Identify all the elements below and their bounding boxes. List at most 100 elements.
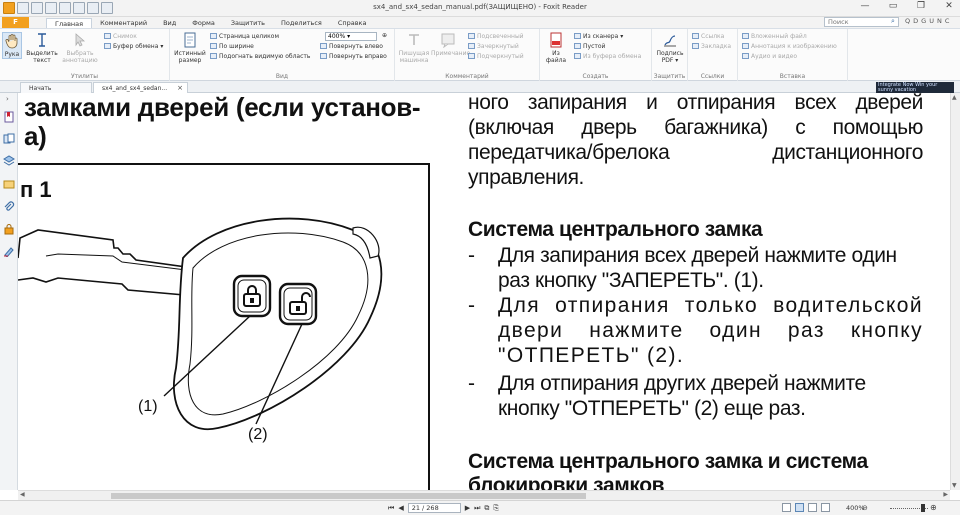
rotate-right-button[interactable]: Повернуть вправо xyxy=(320,53,387,61)
media-icon xyxy=(742,53,749,59)
scroll-right-icon[interactable]: ▶ xyxy=(943,491,948,498)
page-navigation: ⏮ ◀ 21 / 268 ▶ ⏭ ⧉ ⎘ xyxy=(388,503,499,513)
signature-panel-icon[interactable] xyxy=(3,245,15,257)
actual-size-button[interactable]: Истинный размер xyxy=(172,32,208,64)
scroll-down-icon[interactable]: ▼ xyxy=(952,482,957,489)
fit-page-button[interactable]: Страница целиком xyxy=(210,33,279,41)
hand-tool-button[interactable]: Рука xyxy=(2,32,22,59)
page-icon xyxy=(184,32,196,48)
search-key-n[interactable]: N xyxy=(937,17,942,25)
search-key-q[interactable]: Q xyxy=(905,17,910,25)
page-copy-icon[interactable]: ⎘ xyxy=(493,504,499,513)
note-button[interactable]: Примечание xyxy=(431,32,470,57)
facing-view-icon[interactable] xyxy=(808,503,817,512)
rotate-left-button[interactable]: Повернуть влево xyxy=(320,43,383,51)
search-key-d[interactable]: D xyxy=(913,17,918,25)
ribbon-group-comment: Пишущая машинка Примечание Подсвеченный … xyxy=(395,29,540,81)
typewriter-icon xyxy=(409,34,419,45)
typewriter-button[interactable]: Пишущая машинка xyxy=(397,32,431,64)
attachments-panel-icon[interactable] xyxy=(3,201,15,213)
from-clipboard-button[interactable]: Из буфера обмена xyxy=(574,53,641,61)
select-text-button[interactable]: Выделить текст xyxy=(24,32,60,64)
menu-help[interactable]: Справка xyxy=(330,18,375,28)
file-menu-button[interactable]: F xyxy=(2,17,29,28)
highlight-button[interactable]: Подсвеченный xyxy=(468,33,524,41)
prev-page-icon[interactable]: ◀ xyxy=(398,504,403,512)
link-button[interactable]: Ссылка xyxy=(692,33,724,41)
zoom-in-icon[interactable]: ⊕ xyxy=(382,32,387,40)
clipboard-icon xyxy=(104,43,111,49)
file-attachment-button[interactable]: Вложенный файл xyxy=(742,33,807,41)
last-page-icon[interactable]: ⏭ xyxy=(474,504,480,513)
layers-panel-icon[interactable] xyxy=(3,155,15,167)
sign-pdf-button[interactable]: Подпись PDF ▾ xyxy=(654,32,686,64)
menu-protect[interactable]: Защитить xyxy=(223,18,273,28)
search-icon[interactable]: ⌕ xyxy=(891,17,895,26)
note-icon xyxy=(441,33,455,48)
bookmark-icon xyxy=(692,43,699,49)
clipboard-button[interactable]: Буфер обмена ▾ xyxy=(104,43,163,51)
tab-document[interactable]: sx4_and_sx4_sedan... × xyxy=(93,82,188,93)
select-annotation-button[interactable]: Выбрать аннотацию xyxy=(60,32,100,64)
bookmarks-panel-icon[interactable] xyxy=(3,111,15,123)
from-scanner-button[interactable]: Из сканера ▾ xyxy=(574,33,623,41)
section-heading-lock-blocking: Система центрального замка и система xyxy=(468,450,868,473)
zoom-out-icon[interactable]: ⊖ xyxy=(862,504,868,512)
page-history-icon[interactable]: ⧉ xyxy=(484,504,489,513)
zoom-slider-thumb[interactable] xyxy=(921,504,925,512)
ribbon-group-insert: Вложенный файл Аннотация к изображению А… xyxy=(738,29,848,81)
sidebar-expand-icon[interactable]: › xyxy=(6,95,9,103)
from-file-button[interactable]: Из файла xyxy=(542,32,570,64)
security-lock-icon[interactable] xyxy=(3,223,15,235)
horizontal-scrollbar[interactable]: ◀ ▶ xyxy=(18,490,950,500)
navigation-sidebar: › xyxy=(0,93,18,490)
search-key-c[interactable]: C xyxy=(945,17,950,25)
fit-width-icon xyxy=(210,43,217,49)
link-icon xyxy=(692,33,699,39)
ad-banner[interactable]: Integrate Now Win your sunny vacation xyxy=(876,82,954,93)
audio-video-button[interactable]: Аудио и видео xyxy=(742,53,797,61)
search-input[interactable]: Поиск xyxy=(824,17,899,27)
horizontal-scroll-thumb[interactable] xyxy=(111,493,586,499)
window-title: sx4_and_sx4_sedan_manual.pdf(ЗАЩИЩЕНО) -… xyxy=(373,3,587,11)
fit-width-button[interactable]: По ширине xyxy=(210,43,254,51)
scroll-up-icon[interactable]: ▲ xyxy=(952,94,957,101)
menu-form[interactable]: Форма xyxy=(184,18,223,28)
page-number-input[interactable]: 21 / 268 xyxy=(407,503,461,513)
blank-button[interactable]: Пустой xyxy=(574,43,605,51)
zoom-in-status-icon[interactable]: ⊕ xyxy=(930,503,937,512)
menu-share[interactable]: Поделиться xyxy=(273,18,330,28)
underline-button[interactable]: Подчеркнутый xyxy=(468,53,524,61)
zoom-select[interactable]: 400% ▾ xyxy=(325,32,377,41)
continuous-facing-view-icon[interactable] xyxy=(821,503,830,512)
restore-button[interactable]: ▭ xyxy=(886,1,900,11)
scroll-left-icon[interactable]: ◀ xyxy=(20,491,25,498)
search-key-u[interactable]: U xyxy=(929,17,934,25)
snapshot-button[interactable]: Снимок xyxy=(104,33,137,41)
tab-start[interactable]: Начать xyxy=(20,82,92,93)
fit-visible-button[interactable]: Подогнать видимую область xyxy=(210,53,310,61)
strikeout-button[interactable]: Зачеркнутый xyxy=(468,43,519,51)
maximize-button[interactable]: ❐ xyxy=(914,1,928,11)
document-viewport[interactable]: замками дверей (если установ- а) п 1 (1)… xyxy=(18,93,950,490)
menu-comment[interactable]: Комментарий xyxy=(92,18,155,28)
menu-tabs: Главная Комментарий Вид Форма Защитить П… xyxy=(46,18,374,28)
next-page-icon[interactable]: ▶ xyxy=(465,504,470,512)
comments-panel-icon[interactable] xyxy=(3,179,15,191)
search-options: Q D G U N C xyxy=(905,17,949,25)
image-annotation-button[interactable]: Аннотация к изображению xyxy=(742,43,837,51)
section-heading-continued: блокировки замков xyxy=(468,474,665,490)
menu-home[interactable]: Главная xyxy=(46,18,93,28)
bookmark-button[interactable]: Закладка xyxy=(692,43,731,51)
minimize-button[interactable]: — xyxy=(858,1,872,11)
vertical-scrollbar[interactable]: ▲ ▼ xyxy=(950,93,960,490)
pages-panel-icon[interactable] xyxy=(3,133,15,145)
search-key-g[interactable]: G xyxy=(921,17,926,25)
close-button[interactable]: ✕ xyxy=(942,1,956,11)
menu-view[interactable]: Вид xyxy=(155,18,184,28)
ribbon: Рука Выделить текст Выбрать аннотацию Сн… xyxy=(0,28,960,81)
first-page-icon[interactable]: ⏮ xyxy=(388,504,394,513)
fit-page-icon xyxy=(210,33,217,39)
single-page-view-icon[interactable] xyxy=(782,503,791,512)
continuous-view-icon[interactable] xyxy=(795,503,804,512)
